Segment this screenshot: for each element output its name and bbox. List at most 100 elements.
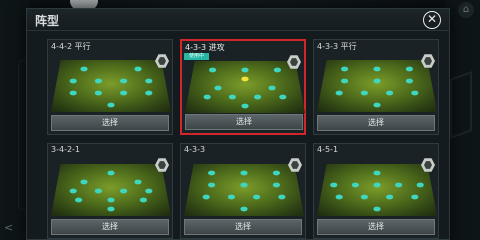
player-dot — [373, 66, 381, 72]
player-dot — [373, 182, 381, 188]
player-dot — [373, 170, 381, 176]
formation-name: 4-5-1 — [317, 145, 339, 154]
formation-card[interactable]: 4-5-1 选择 — [313, 143, 439, 239]
formation-card[interactable]: 4-3-3 平行 选择 — [313, 39, 439, 135]
share-icon[interactable]: < — [4, 221, 13, 234]
player-dot — [120, 78, 128, 84]
player-dot — [69, 188, 77, 194]
player-dot — [279, 94, 287, 100]
player-dot — [80, 66, 88, 72]
player-dot — [272, 170, 280, 176]
player-dot — [134, 66, 142, 72]
player-dot — [273, 67, 281, 73]
player-dot — [80, 179, 88, 185]
modal-header: 阵型 ✕ — [27, 9, 449, 31]
player-dot — [227, 194, 235, 200]
pitch-preview — [51, 164, 171, 216]
player-dot — [373, 78, 381, 84]
pitch-preview — [317, 60, 437, 112]
select-button[interactable]: 选择 — [51, 115, 169, 131]
modal-title: 阵型 — [35, 14, 60, 28]
player-dot — [341, 78, 349, 84]
player-dot — [145, 78, 153, 84]
player-dot — [202, 194, 210, 200]
player-dot — [203, 94, 211, 100]
select-button[interactable]: 选择 — [317, 115, 435, 131]
player-dot — [139, 197, 147, 203]
player-dot — [411, 90, 419, 96]
player-dot — [373, 102, 381, 108]
player-dot — [373, 206, 381, 212]
player-dot — [386, 194, 394, 200]
player-dot — [145, 188, 153, 194]
formation-name: 4-3-3 进攻 — [185, 43, 225, 52]
home-icon[interactable]: ⌂ — [458, 2, 474, 18]
select-button[interactable]: 选择 — [317, 219, 435, 235]
player-dot — [405, 66, 413, 72]
player-dot — [94, 90, 102, 96]
player-dot — [120, 188, 128, 194]
player-dot — [395, 182, 403, 188]
player-dot — [386, 90, 394, 96]
player-dot — [416, 182, 424, 188]
formation-name: 4-3-3 — [184, 145, 206, 154]
player-dot — [208, 170, 216, 176]
player-dot — [241, 76, 249, 82]
pitch-preview — [51, 60, 171, 112]
player-dot — [241, 103, 249, 109]
player-dot — [94, 188, 102, 194]
formation-name: 4-3-3 平行 — [317, 42, 357, 51]
player-dot — [107, 206, 115, 212]
formation-card[interactable]: 3-4-2-1 选择 — [47, 143, 173, 239]
player-dot — [94, 78, 102, 84]
player-dot — [209, 67, 217, 73]
formation-name: 4-4-2 平行 — [51, 42, 91, 51]
player-dot — [107, 197, 115, 203]
pitch-preview — [184, 164, 304, 216]
player-dot — [107, 170, 115, 176]
pitch-preview — [317, 164, 437, 216]
background-decoration — [450, 70, 472, 140]
player-dot — [240, 182, 248, 188]
select-button[interactable]: 选择 — [51, 219, 169, 235]
player-dot — [145, 90, 153, 96]
formation-modal: 阵型 ✕ 4-4-2 平行 选择 4-3-3 进攻 使用中 选择 4-3-3 平… — [26, 8, 450, 240]
player-dot — [360, 194, 368, 200]
player-dot — [75, 197, 83, 203]
player-dot — [254, 94, 262, 100]
player-dot — [253, 194, 261, 200]
player-dot — [278, 194, 286, 200]
formation-card[interactable]: 4-4-2 平行 选择 — [47, 39, 173, 135]
player-dot — [411, 194, 419, 200]
player-dot — [134, 179, 142, 185]
close-icon: ✕ — [426, 12, 438, 26]
player-dot — [335, 194, 343, 200]
player-dot — [107, 102, 115, 108]
player-dot — [228, 94, 236, 100]
player-dot — [360, 90, 368, 96]
player-dot — [69, 90, 77, 96]
formation-name: 3-4-2-1 — [51, 145, 81, 154]
player-dot — [341, 66, 349, 72]
player-dot — [272, 182, 280, 188]
in-use-badge: 使用中 — [184, 53, 210, 60]
formation-card[interactable]: 4-3-3 选择 — [180, 143, 306, 239]
pitch-preview — [185, 61, 305, 113]
select-button[interactable]: 选择 — [185, 114, 303, 130]
player-dot — [405, 78, 413, 84]
formation-grid: 4-4-2 平行 选择 4-3-3 进攻 使用中 选择 4-3-3 平行 选择 … — [47, 39, 439, 240]
player-dot — [240, 170, 248, 176]
player-dot — [240, 206, 248, 212]
player-dot — [208, 182, 216, 188]
player-dot — [330, 182, 338, 188]
select-button[interactable]: 选择 — [184, 219, 302, 235]
player-dot — [335, 90, 343, 96]
player-dot — [351, 182, 359, 188]
player-dot — [214, 85, 222, 91]
player-dot — [268, 85, 276, 91]
formation-card-active[interactable]: 4-3-3 进攻 使用中 选择 — [180, 39, 306, 135]
player-dot — [69, 78, 77, 84]
player-dot — [120, 90, 128, 96]
close-button[interactable]: ✕ — [423, 11, 441, 29]
player-dot — [241, 67, 249, 73]
